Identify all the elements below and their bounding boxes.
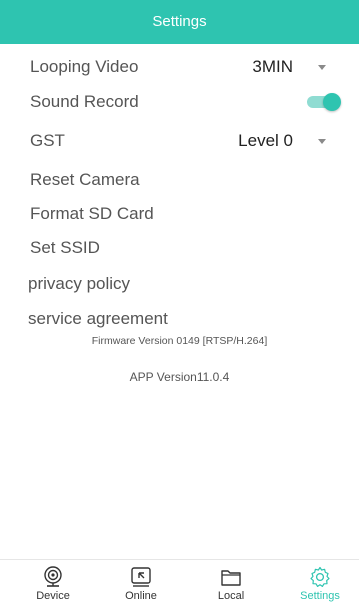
privacy-policy-row[interactable]: privacy policy <box>0 267 359 301</box>
set-ssid-row[interactable]: Set SSID <box>0 231 359 265</box>
gst-label: GST <box>30 131 65 150</box>
format-sd-label: Format SD Card <box>30 204 154 223</box>
nav-item-online[interactable]: Online <box>106 560 176 604</box>
page-title: Settings <box>152 13 207 30</box>
reset-camera-row[interactable]: Reset Camera <box>0 163 359 197</box>
app-version: APP Version11.0.4 <box>129 370 230 384</box>
toggle-knob <box>323 93 341 111</box>
service-agreement-link: service agreement <box>28 309 168 328</box>
looping-video-value[interactable]: 3MIN <box>252 50 293 84</box>
gst-value[interactable]: Level 0 <box>238 124 293 158</box>
sound-record-row: Sound Record <box>0 85 359 119</box>
nav-item-settings[interactable]: Settings <box>285 560 355 604</box>
firmware-version: Firmware Version 0149 [RTSP/H.264] <box>91 335 268 347</box>
looping-video-label: Looping Video <box>30 57 139 76</box>
service-agreement-row[interactable]: service agreement <box>0 302 359 336</box>
gear-icon <box>310 566 330 587</box>
webcam-icon <box>44 566 62 587</box>
bottom-nav: Device Online Local Settings <box>0 559 359 604</box>
nav-label-device: Device <box>36 590 70 602</box>
nav-label-local: Local <box>217 590 245 602</box>
set-ssid-label: Set SSID <box>30 238 100 257</box>
sound-record-toggle[interactable] <box>307 93 341 111</box>
reset-camera-label: Reset Camera <box>30 170 140 189</box>
nav-item-local[interactable]: Local <box>196 560 266 604</box>
caret-down-icon[interactable] <box>318 139 326 144</box>
cast-arrow-icon <box>131 567 151 587</box>
folder-icon <box>221 570 241 586</box>
nav-item-device[interactable]: Device <box>18 560 88 604</box>
sound-record-label: Sound Record <box>30 92 139 111</box>
looping-video-row[interactable]: Looping Video 3MIN <box>0 50 359 84</box>
nav-label-settings: Settings <box>300 590 340 602</box>
caret-down-icon[interactable] <box>318 65 326 70</box>
gst-row[interactable]: GST Level 0 <box>0 124 359 158</box>
header-bar: Settings <box>0 0 359 44</box>
format-sd-row[interactable]: Format SD Card <box>0 197 359 231</box>
privacy-policy-link: privacy policy <box>28 274 131 293</box>
nav-label-online: Online <box>125 590 157 602</box>
